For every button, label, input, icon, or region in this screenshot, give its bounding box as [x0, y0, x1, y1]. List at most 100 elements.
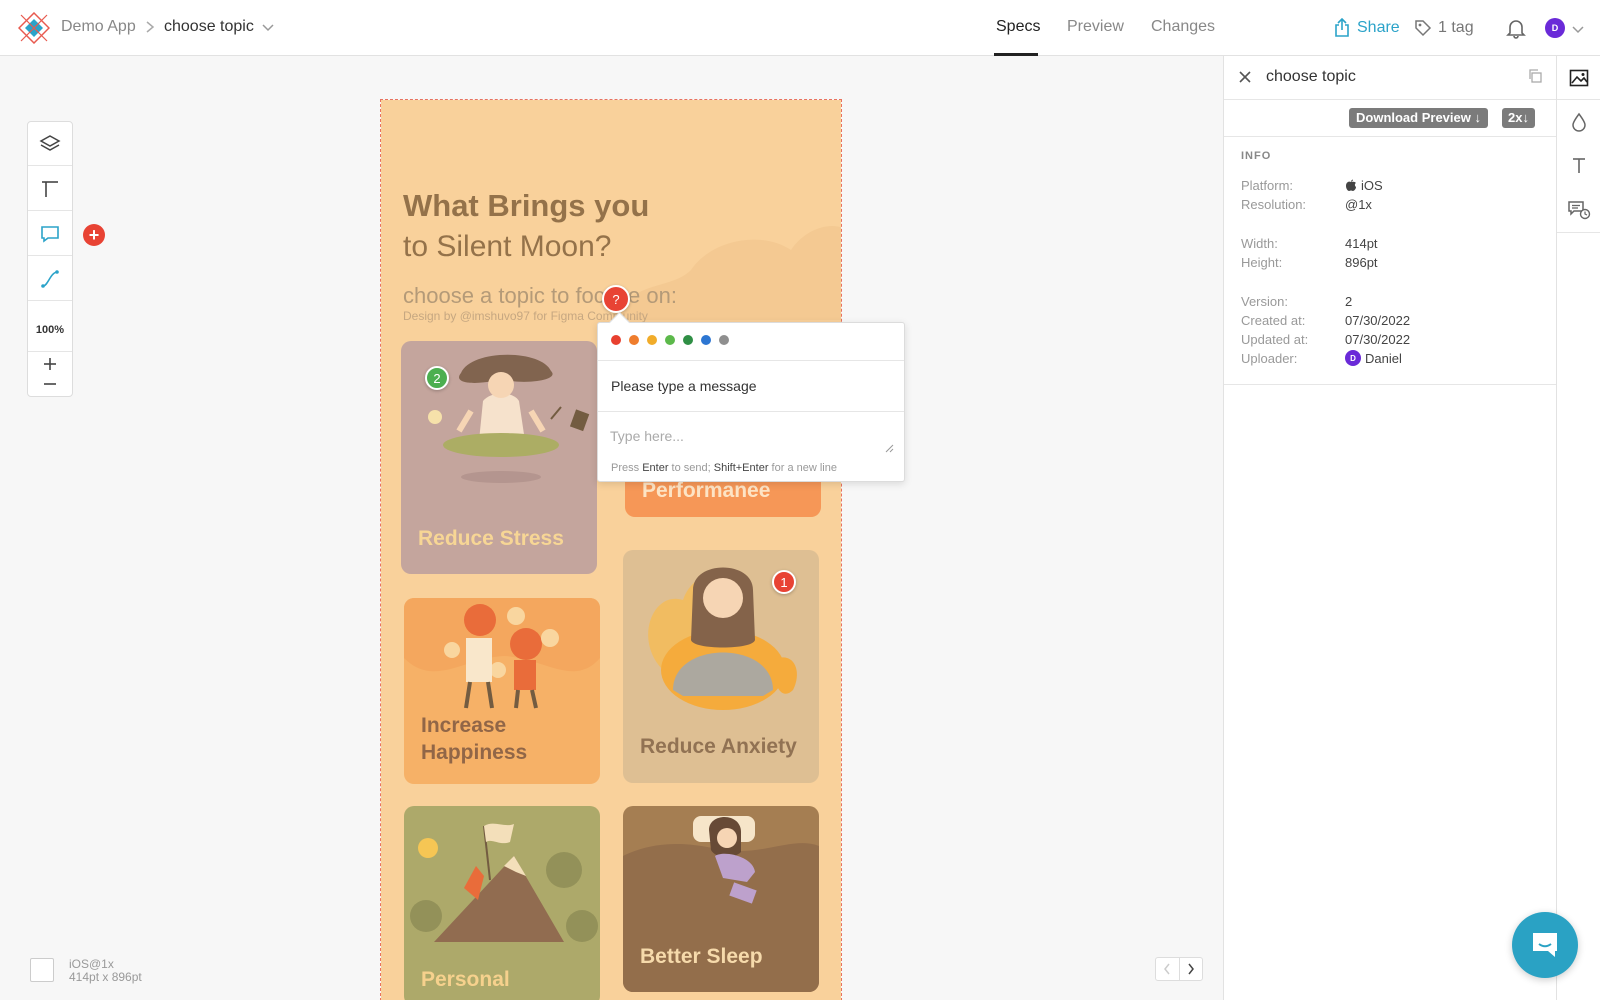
share-icon	[1335, 18, 1349, 37]
connector-button[interactable]	[28, 257, 72, 301]
uploader-value: D Daniel	[1345, 350, 1402, 366]
rail-colors-button[interactable]	[1557, 100, 1600, 144]
specs-panel: choose topic Download Preview ↓ 2x↓ INFO…	[1223, 56, 1556, 1000]
close-icon[interactable]	[1238, 70, 1252, 84]
updated-label: Updated at:	[1241, 332, 1309, 347]
breadcrumb-project[interactable]: Demo App	[61, 18, 136, 36]
comment-pin-active[interactable]: ?	[602, 285, 630, 313]
device-size: 414pt x 896pt	[69, 970, 142, 984]
comment-pin-1[interactable]: 1	[772, 570, 796, 594]
chevron-down-icon[interactable]	[262, 22, 274, 32]
comment-hint: Press Enter to send; Shift+Enter for a n…	[611, 462, 837, 474]
swatch-red[interactable]	[611, 335, 621, 345]
bell-icon[interactable]	[1505, 17, 1527, 39]
resolution-label: Resolution:	[1241, 197, 1307, 212]
support-chat-button[interactable]	[1512, 912, 1578, 978]
tags-button[interactable]: 1 tag	[1414, 16, 1474, 40]
width-label: Width:	[1241, 236, 1278, 251]
user-avatar[interactable]: D	[1545, 18, 1565, 38]
chevron-down-icon[interactable]	[1572, 24, 1584, 34]
copy-icon[interactable]	[1527, 68, 1543, 84]
tab-specs[interactable]: Specs	[996, 18, 1040, 36]
image-icon	[1569, 69, 1588, 86]
layers-button[interactable]	[28, 122, 72, 166]
connector-icon	[41, 269, 59, 288]
width-value: 414pt	[1345, 236, 1378, 251]
resize-handle-icon[interactable]	[884, 443, 894, 453]
uploader-name: Daniel	[1365, 350, 1402, 366]
rail-comments-history-button[interactable]	[1557, 188, 1600, 232]
download-scale-button[interactable]: 2x↓	[1502, 108, 1535, 128]
zoom-level: 100%	[28, 308, 72, 352]
color-drop-icon	[1571, 112, 1586, 132]
chat-icon	[1533, 933, 1557, 957]
swatch-gray[interactable]	[719, 335, 729, 345]
swatch-yellow[interactable]	[647, 335, 657, 345]
comment-history-icon	[1567, 201, 1590, 220]
right-icon-rail	[1556, 56, 1600, 1000]
comment-popup: Please type a message Press Enter to sen…	[597, 322, 905, 482]
active-tab-indicator	[994, 53, 1038, 56]
add-comment-pin[interactable]: +	[83, 224, 105, 246]
text-icon	[1572, 158, 1585, 173]
device-info: iOS@1x 414pt x 896pt	[69, 958, 142, 984]
hint-key-shift-enter: Shift+Enter	[713, 462, 769, 474]
divider	[598, 360, 904, 361]
comment-input[interactable]	[610, 421, 890, 451]
artboard-choose-topic[interactable]: What Brings you to Silent Moon? choose a…	[380, 99, 842, 1000]
canvas-toolbar: 100%	[27, 121, 73, 397]
comment-pin-2[interactable]: 2	[425, 366, 449, 390]
uploader-label: Uploader:	[1241, 351, 1298, 366]
updated-value: 07/30/2022	[1345, 332, 1411, 347]
measure-button[interactable]	[28, 167, 72, 211]
screen-pager	[1155, 957, 1203, 981]
zoom-out-button[interactable]	[28, 374, 72, 394]
swatch-blue[interactable]	[701, 335, 711, 345]
previous-screen-button[interactable]	[1156, 958, 1180, 980]
rail-text-styles-button[interactable]	[1557, 144, 1600, 188]
swatch-green[interactable]	[665, 335, 675, 345]
chevron-left-icon	[1164, 963, 1170, 975]
rail-screen-info-button[interactable]	[1557, 56, 1600, 100]
top-bar: Demo App choose topic Specs Preview Chan…	[0, 0, 1600, 56]
minus-icon	[44, 383, 56, 385]
swatch-dark-green[interactable]	[683, 335, 693, 345]
divider	[1557, 232, 1600, 233]
artboard-overlay	[381, 100, 841, 1000]
divider	[598, 411, 904, 412]
breadcrumb-screen[interactable]: choose topic	[164, 18, 254, 36]
tab-changes[interactable]: Changes	[1151, 18, 1215, 36]
chevron-right-icon	[146, 21, 155, 33]
comment-icon	[41, 225, 59, 243]
ruler-icon	[42, 180, 58, 197]
divider	[1224, 99, 1556, 100]
tags-label: 1 tag	[1438, 19, 1474, 36]
apple-icon	[1346, 179, 1356, 191]
tab-preview[interactable]: Preview	[1067, 18, 1124, 36]
created-value: 07/30/2022	[1345, 313, 1411, 328]
hint-text: to send;	[671, 462, 711, 474]
chevron-right-icon	[1188, 963, 1194, 975]
share-label: Share	[1357, 19, 1400, 36]
layers-icon	[39, 134, 61, 151]
height-value: 896pt	[1345, 255, 1378, 270]
version-value: 2	[1345, 294, 1353, 309]
swatch-orange[interactable]	[629, 335, 639, 345]
comment-prompt: Please type a message	[611, 378, 757, 394]
plus-icon	[44, 358, 56, 370]
share-button[interactable]: Share	[1333, 16, 1400, 40]
hint-key-enter: Enter	[642, 462, 669, 474]
device-thumbnail[interactable]	[30, 958, 54, 982]
platform-value: iOS	[1345, 178, 1383, 193]
zoom-in-button[interactable]	[28, 354, 72, 374]
hint-text: for a new line	[771, 462, 837, 474]
zeplin-logo-icon[interactable]	[18, 12, 50, 44]
comment-tool-button[interactable]	[28, 212, 72, 256]
version-label: Version:	[1241, 294, 1288, 309]
download-preview-button[interactable]: Download Preview ↓	[1349, 108, 1488, 128]
height-label: Height:	[1241, 255, 1283, 270]
platform-label: Platform:	[1241, 178, 1294, 193]
platform-text: iOS	[1361, 178, 1383, 193]
panel-title: choose topic	[1266, 68, 1356, 85]
next-screen-button[interactable]	[1180, 958, 1203, 980]
